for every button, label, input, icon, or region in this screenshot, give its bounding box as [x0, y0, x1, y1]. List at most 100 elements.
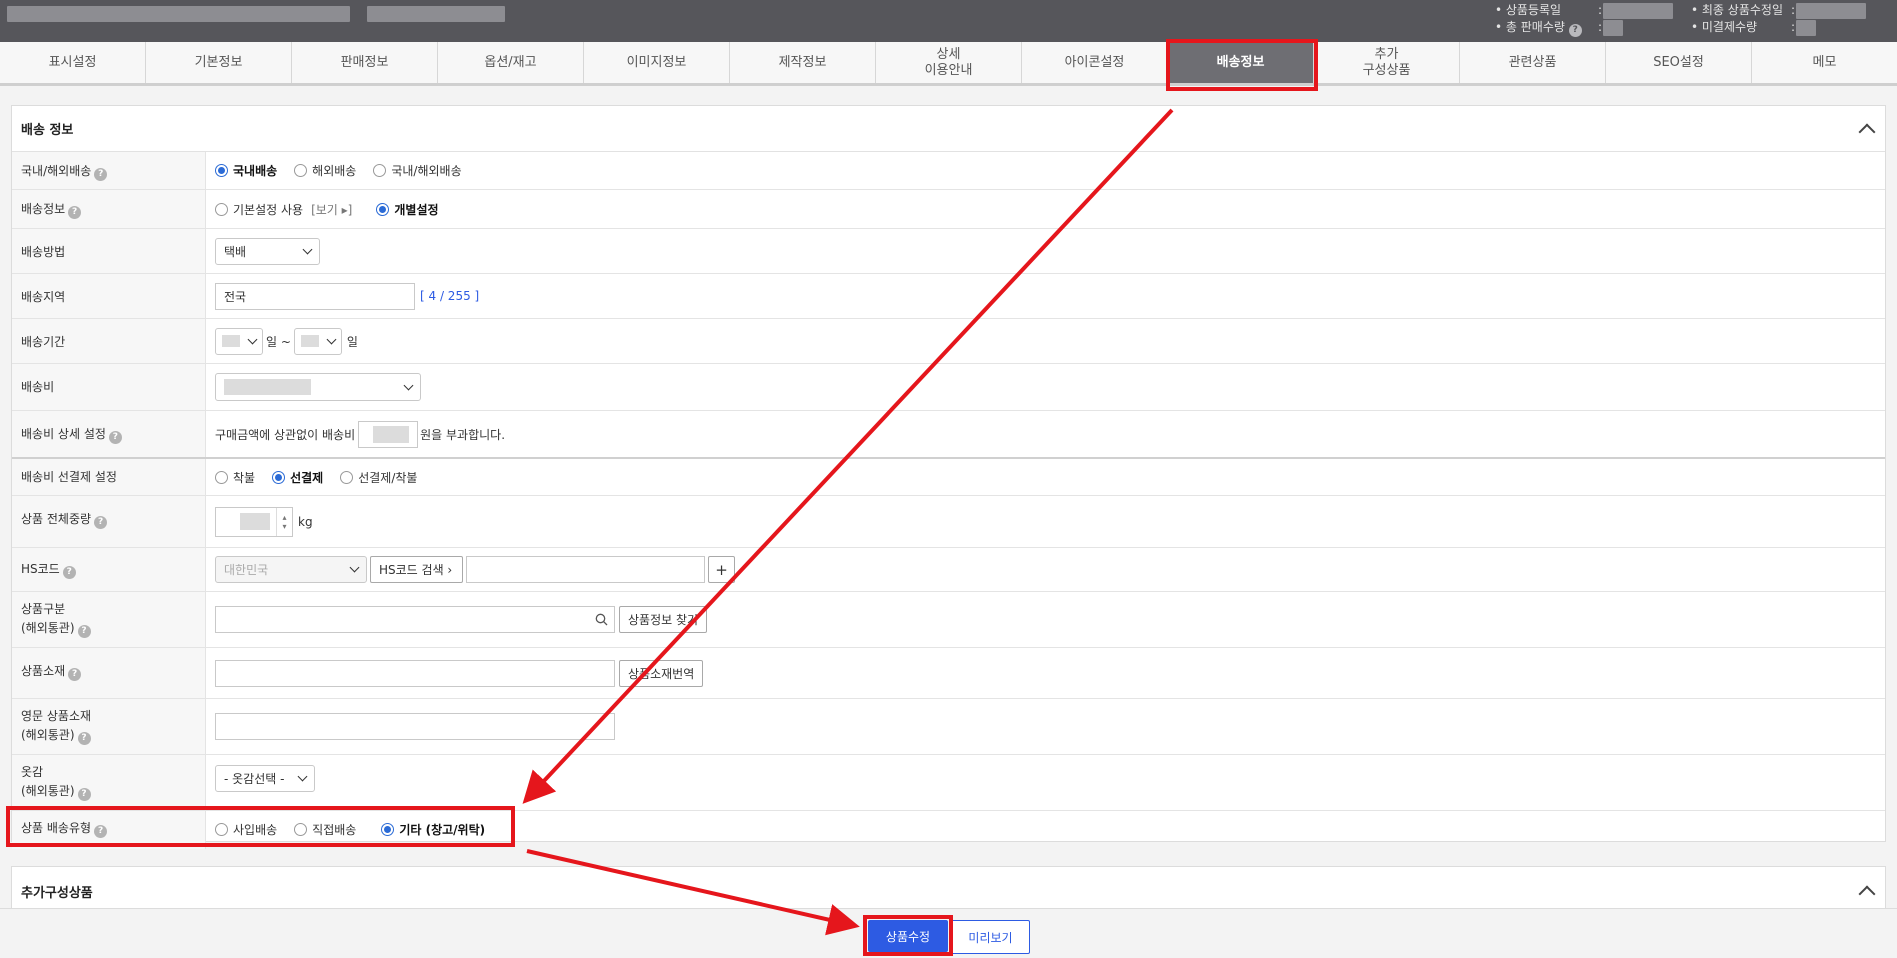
- tab-memo[interactable]: 메모: [1752, 42, 1897, 83]
- fee-amount-input[interactable]: [358, 420, 419, 448]
- radio-label: 해외배송: [312, 164, 357, 178]
- row-value: 대한민국 HS코드 검색 › +: [206, 548, 1885, 591]
- row-value: 택배: [206, 229, 1885, 273]
- row-value: 기본설정 사용 [보기 ▸] 개별설정: [206, 190, 1885, 228]
- radio-default-settings[interactable]: 기본설정 사용: [215, 201, 303, 218]
- radio-direct-delivery[interactable]: 직접배송: [294, 821, 356, 838]
- shipping-fee-select[interactable]: [215, 373, 421, 401]
- panel-header[interactable]: 배송 정보: [12, 106, 1885, 152]
- radio-prepaid-cod[interactable]: 선결제/착불: [340, 469, 417, 486]
- tab-image-info[interactable]: 이미지정보: [584, 42, 730, 83]
- label-text: 상품소재: [21, 664, 66, 678]
- tab-icon-settings[interactable]: 아이콘설정: [1022, 42, 1168, 83]
- meta-unpaid-label: • 미결제수량: [1691, 20, 1758, 34]
- radio-icon: [215, 823, 228, 836]
- tab-detail-guide[interactable]: 상세 이용안내: [876, 42, 1022, 83]
- redacted-value: [373, 425, 410, 443]
- view-link[interactable]: [보기 ▸]: [311, 201, 352, 218]
- row-label: 배송지역: [12, 274, 206, 318]
- fabric-select[interactable]: - 옷감선택 -: [215, 765, 315, 792]
- radio-domestic[interactable]: 국내배송: [215, 162, 277, 179]
- chevron-down-icon: [326, 334, 337, 344]
- help-icon[interactable]: ?: [77, 732, 91, 745]
- radio-selected-icon: [376, 202, 390, 216]
- translate-material-button[interactable]: 상품소재번역: [619, 659, 704, 687]
- radio-domestic-overseas[interactable]: 국내/해외배송: [373, 162, 462, 179]
- search-icon[interactable]: [595, 613, 608, 626]
- radio-icon: [294, 823, 308, 836]
- row-label: HS코드?: [12, 548, 206, 591]
- tab-additional-products[interactable]: 추가 구성상품: [1314, 42, 1460, 83]
- preview-button[interactable]: 미리보기: [951, 920, 1030, 954]
- help-icon[interactable]: ?: [94, 825, 108, 838]
- chevron-down-icon: [302, 244, 313, 254]
- stepper-arrows-icon[interactable]: ▴ ▾: [276, 507, 292, 536]
- radio-individual-settings[interactable]: 개별설정: [376, 201, 439, 218]
- help-icon[interactable]: ?: [1568, 24, 1582, 37]
- radio-label: 국내/해외배송: [391, 164, 462, 178]
- save-product-button[interactable]: 상품수정: [868, 920, 948, 952]
- radio-label: 기타 (창고/위탁): [399, 823, 486, 837]
- product-name-redacted: [7, 6, 350, 22]
- row-material: 상품소재? 상품소재번역: [12, 648, 1885, 699]
- tab-related-products[interactable]: 관련상품: [1460, 42, 1606, 83]
- row-hs-code: HS코드? 대한민국 HS코드 검색 › +: [12, 548, 1885, 592]
- period-to-select[interactable]: [293, 327, 342, 355]
- label-text: HS코드: [21, 562, 60, 576]
- meta-colon-1: :: [1598, 3, 1603, 17]
- row-value: 상품소재번역: [206, 648, 1885, 698]
- tab-production-info[interactable]: 제작정보: [730, 42, 876, 83]
- period-from-select[interactable]: [215, 327, 263, 355]
- radio-label: 국내배송: [233, 164, 278, 178]
- panel-title: 추가구성상품: [21, 885, 93, 901]
- hs-code-search-button[interactable]: HS코드 검색 ›: [370, 556, 463, 583]
- help-icon[interactable]: ?: [68, 668, 82, 681]
- radio-icon: [340, 470, 354, 484]
- weight-stepper[interactable]: ▴ ▾: [215, 506, 293, 537]
- category-search-input[interactable]: [215, 606, 615, 633]
- english-material-input[interactable]: [215, 713, 615, 740]
- row-shipping-info: 배송정보? 기본설정 사용 [보기 ▸] 개별설정: [12, 190, 1885, 229]
- label-text: 배송비 상세 설정: [21, 427, 106, 441]
- help-icon[interactable]: ?: [77, 625, 91, 638]
- tab-seo-settings[interactable]: SEO설정: [1606, 42, 1752, 83]
- help-icon[interactable]: ?: [108, 431, 122, 444]
- radio-selected-icon: [272, 470, 286, 484]
- radio-purchase-delivery[interactable]: 사입배송: [215, 821, 277, 838]
- period-unit-to: 일: [346, 334, 358, 349]
- tab-shipping-info[interactable]: 배송정보: [1168, 42, 1314, 83]
- material-input[interactable]: [215, 659, 615, 687]
- radio-other-warehouse[interactable]: 기타 (창고/위탁): [381, 821, 485, 838]
- row-value: [206, 699, 1885, 754]
- country-select[interactable]: 대한민국: [215, 556, 367, 583]
- label-text: 상품 배송유형: [21, 821, 92, 835]
- tab-sales-info[interactable]: 판매정보: [292, 42, 438, 83]
- tab-basic-info[interactable]: 기본정보: [146, 42, 292, 83]
- collapse-chevron-icon[interactable]: [1858, 885, 1876, 903]
- row-label: 상품소재?: [12, 648, 206, 698]
- collapse-chevron-icon[interactable]: [1858, 123, 1876, 140]
- help-icon[interactable]: ?: [94, 168, 108, 181]
- radio-cod[interactable]: 착불: [215, 469, 255, 486]
- find-product-info-button[interactable]: 상품정보 찾기: [619, 606, 708, 633]
- help-icon[interactable]: ?: [77, 788, 91, 801]
- meta-last-modified-label: • 최종 상품수정일: [1691, 3, 1783, 17]
- meta-total-sales-label: • 총 판매수량: [1495, 20, 1565, 34]
- tab-display-settings[interactable]: 표시설정: [0, 42, 146, 83]
- meta-value-redacted: [1603, 3, 1673, 19]
- radio-prepaid[interactable]: 선결제: [272, 469, 323, 486]
- hs-code-input[interactable]: [466, 556, 705, 583]
- redacted-value: [240, 513, 270, 530]
- help-icon[interactable]: ?: [94, 516, 108, 529]
- meta-value-redacted: [1796, 20, 1816, 36]
- radio-label: 개별설정: [394, 202, 439, 217]
- shipping-region-input[interactable]: 전국: [215, 282, 415, 310]
- help-icon[interactable]: ?: [62, 566, 76, 579]
- tab-options-stock[interactable]: 옵션/재고: [438, 42, 584, 83]
- radio-overseas[interactable]: 해외배송: [294, 162, 356, 179]
- shipping-method-select[interactable]: 택배: [215, 237, 320, 265]
- row-domestic-overseas: 국내/해외배송? 국내배송 해외배송 국내/해외배송: [12, 152, 1885, 190]
- char-counter: [ 4 / 255 ]: [420, 289, 480, 303]
- help-icon[interactable]: ?: [68, 206, 82, 219]
- add-icon[interactable]: +: [708, 556, 735, 583]
